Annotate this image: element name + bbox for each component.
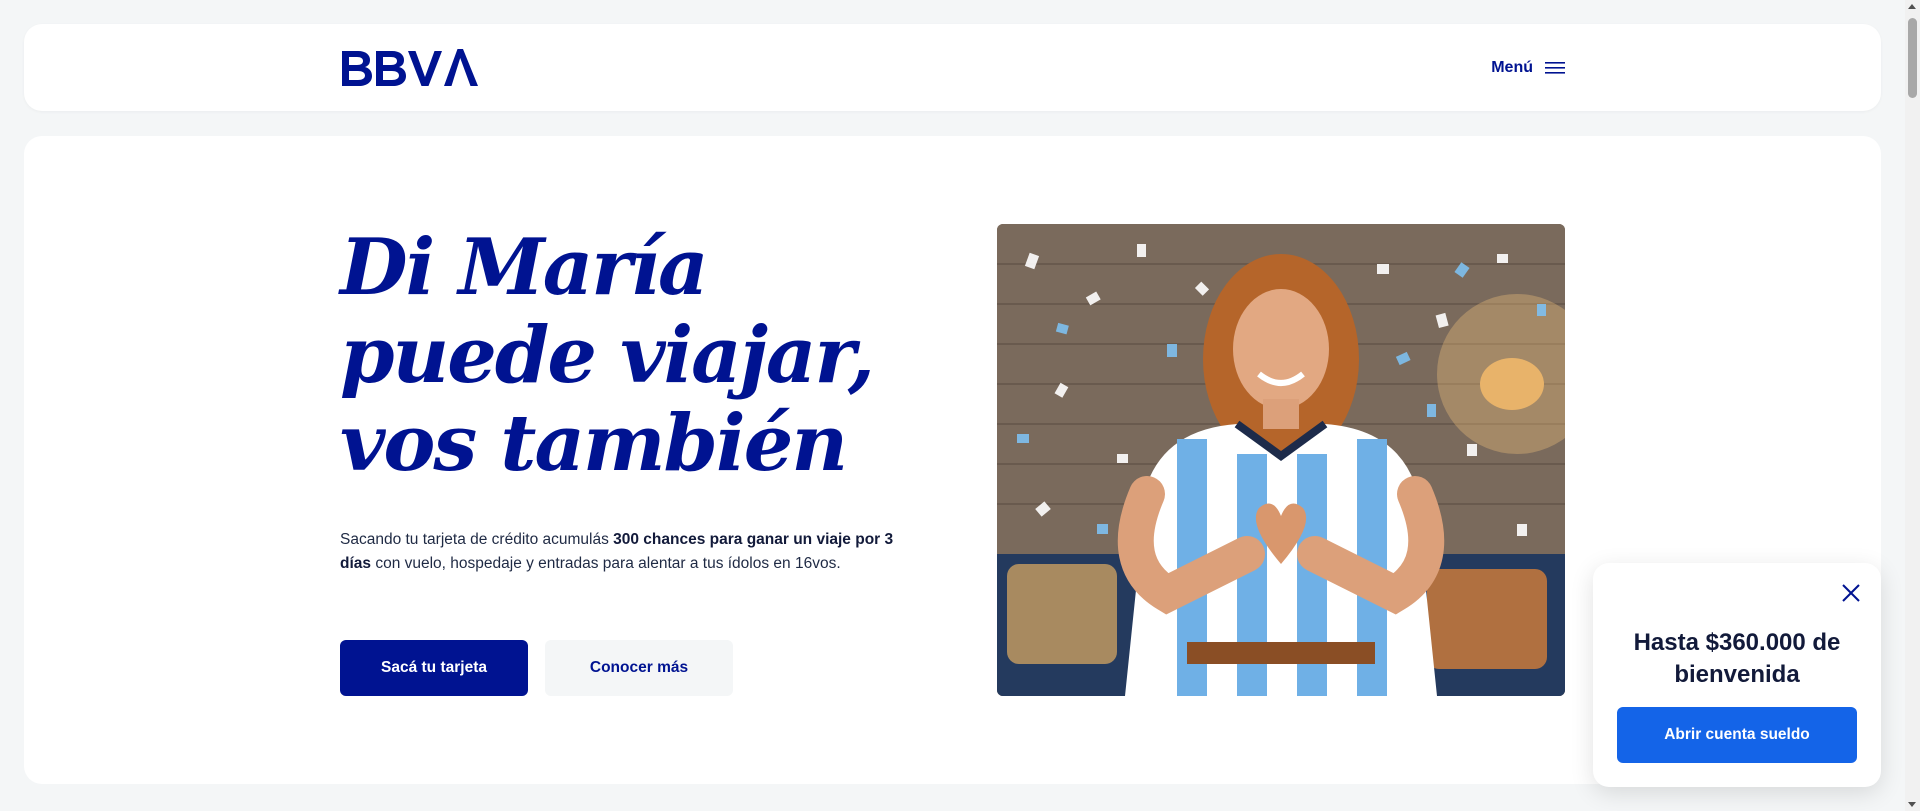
scroll-down-icon[interactable] [1908,802,1916,807]
menu-button[interactable]: Menú [1491,56,1565,80]
menu-label: Menú [1491,59,1533,76]
open-salary-account-button[interactable]: Abrir cuenta sueldo [1617,707,1857,763]
hero-description-prefix: Sacando tu tarjeta de crédito acumulás [340,531,614,548]
learn-more-button[interactable]: Conocer más [545,640,733,696]
hamburger-icon [1545,61,1565,75]
get-card-button[interactable]: Sacá tu tarjeta [340,640,528,696]
hero-title-line-1: Di María [340,222,709,313]
hero-title-line-2: puede viajar, [340,310,875,401]
hero-photo [997,224,1565,696]
popup-title: Hasta $360.000 de bienvenida [1633,629,1841,688]
hero-description-suffix: con vuelo, hospedaje y entradas para ale… [371,555,841,572]
scrollbar-thumb[interactable] [1908,18,1917,98]
page: Menú Di María puede viajar, vos también … [0,0,1920,811]
site-header: Menú [24,24,1881,111]
bbva-logo[interactable] [340,47,480,89]
woman-heart-hands-photo-icon [997,224,1565,696]
hero-title: Di María puede viajar, vos también [340,224,900,488]
welcome-popup: Hasta $360.000 de bienvenida Abrir cuent… [1593,563,1881,787]
bbva-logo-icon [342,49,478,86]
close-icon[interactable] [1839,581,1863,605]
page-scrollbar[interactable] [1905,0,1920,811]
hero-title-line-3: vos también [340,398,848,489]
hero-description: Sacando tu tarjeta de crédito acumulás 3… [340,528,900,576]
scroll-up-icon[interactable] [1908,4,1916,9]
